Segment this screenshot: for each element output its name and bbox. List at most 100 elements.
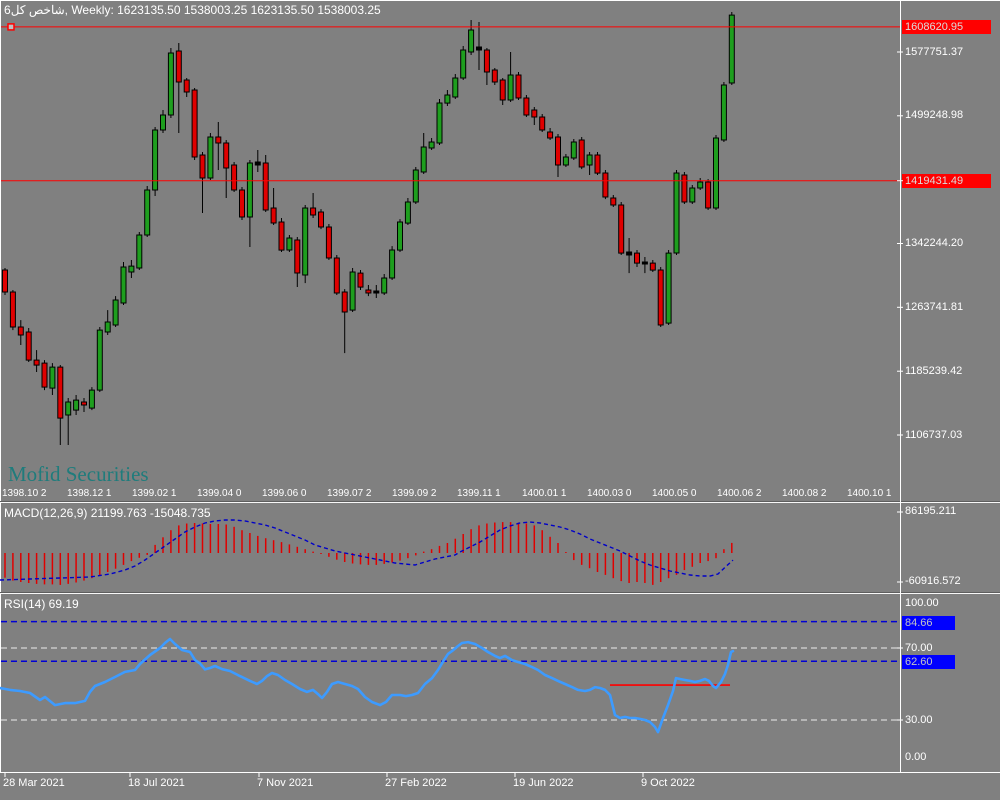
candle: [453, 78, 458, 97]
candle: [516, 75, 521, 98]
candle: [240, 190, 245, 217]
candle: [390, 250, 395, 278]
candle: [556, 137, 561, 165]
candle: [595, 155, 600, 173]
candle: [129, 266, 134, 272]
candle: [366, 290, 371, 293]
candle: [105, 322, 110, 332]
candle: [413, 170, 418, 202]
candle: [674, 173, 679, 253]
candle: [429, 142, 434, 148]
candle: [50, 367, 55, 388]
candle: [10, 292, 15, 327]
candle: [224, 143, 229, 168]
candle: [200, 155, 205, 178]
candle: [279, 222, 284, 250]
rsi-indicator-label: RSI(14) 69.19: [4, 597, 79, 611]
candle: [666, 253, 671, 323]
macd-indicator-label: MACD(12,26,9) 21199.763 -15048.735: [4, 506, 211, 520]
candle: [208, 137, 213, 178]
candle: [405, 202, 410, 223]
candle: [445, 95, 450, 103]
candle: [532, 110, 537, 117]
candle: [334, 258, 339, 293]
candle: [563, 157, 568, 165]
candle: [374, 291, 379, 293]
candle: [579, 140, 584, 167]
candle: [26, 332, 31, 360]
candle: [121, 267, 126, 303]
candle: [706, 182, 711, 208]
watermark: Mofid Securities: [8, 462, 149, 487]
candle: [18, 327, 23, 335]
candle: [326, 227, 331, 258]
candle: [721, 85, 726, 140]
candle: [247, 163, 252, 217]
candle: [145, 190, 150, 235]
candle: [192, 90, 197, 157]
candle: [161, 115, 166, 130]
candle: [168, 53, 173, 115]
candle: [295, 240, 300, 273]
candle: [58, 367, 63, 418]
candle: [34, 360, 39, 365]
candle: [3, 270, 8, 292]
candle: [216, 137, 221, 143]
candle: [113, 300, 118, 325]
candle: [524, 98, 529, 115]
candle: [619, 205, 624, 253]
candle: [508, 75, 513, 100]
candle: [658, 270, 663, 325]
candle: [232, 165, 237, 190]
candle: [176, 51, 181, 82]
candle: [548, 132, 553, 138]
candle: [477, 47, 482, 50]
candle: [255, 162, 260, 165]
candle: [484, 50, 489, 72]
candle: [500, 80, 505, 100]
candle: [571, 142, 576, 158]
candle: [287, 238, 292, 250]
candle: [66, 402, 71, 415]
candle: [461, 50, 466, 78]
candle: [603, 173, 608, 197]
chart-window: شاخص كل6, Weekly: 1623135.50 1538003.25 …: [0, 0, 1000, 800]
macd-signal-line: [0, 520, 733, 580]
candle: [97, 330, 102, 390]
candle: [698, 182, 703, 188]
candle: [682, 175, 687, 202]
candle: [421, 147, 426, 172]
candle: [184, 80, 189, 92]
chart-canvas: [0, 0, 1000, 800]
candle: [398, 222, 403, 250]
candle: [469, 30, 474, 52]
candle: [82, 402, 87, 405]
candle: [358, 273, 363, 287]
candle: [540, 117, 545, 130]
candle: [350, 272, 355, 310]
line-handle[interactable]: [8, 24, 14, 30]
candle: [319, 212, 324, 227]
candle: [690, 188, 695, 202]
candle: [303, 208, 308, 275]
candle: [642, 262, 647, 264]
candle: [492, 70, 497, 82]
chart-title: شاخص كل6, Weekly: 1623135.50 1538003.25 …: [4, 3, 381, 17]
candle: [729, 15, 734, 83]
candle: [714, 138, 719, 208]
candle: [311, 208, 316, 215]
candle: [611, 198, 616, 205]
candle: [650, 263, 655, 270]
candle: [89, 390, 94, 408]
candle: [587, 155, 592, 165]
candle: [74, 400, 79, 410]
candle: [437, 103, 442, 143]
candle: [271, 208, 276, 223]
candle: [635, 253, 640, 263]
candle: [627, 252, 632, 255]
candle: [137, 235, 142, 268]
candle: [42, 363, 47, 387]
candle: [263, 163, 268, 210]
candle: [342, 292, 347, 312]
candle: [382, 278, 387, 293]
